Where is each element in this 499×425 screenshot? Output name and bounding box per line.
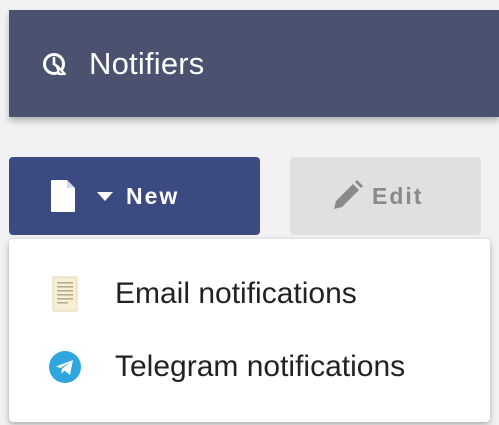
menu-item-label: Telegram notifications (115, 350, 406, 383)
new-dropdown-menu: Email notifications Telegram notificatio… (9, 239, 490, 422)
menu-item-label: Email notifications (115, 277, 357, 310)
notifier-icon (41, 51, 67, 77)
new-button[interactable]: New (9, 157, 260, 235)
telegram-icon (47, 349, 83, 385)
document-icon (51, 180, 75, 212)
edit-button[interactable]: Edit (290, 157, 481, 235)
edit-button-label: Edit (372, 182, 424, 209)
email-document-icon (47, 276, 83, 312)
page-header: Notifiers (9, 10, 499, 117)
caret-down-icon (97, 192, 113, 201)
new-button-label: New (126, 182, 180, 209)
menu-item-email-notifications[interactable]: Email notifications (9, 259, 490, 329)
page-title: Notifiers (89, 45, 205, 81)
page: Notifiers New Edit Email notifications T… (0, 0, 499, 425)
menu-item-telegram-notifications[interactable]: Telegram notifications (9, 332, 490, 402)
pencil-icon (334, 180, 363, 209)
